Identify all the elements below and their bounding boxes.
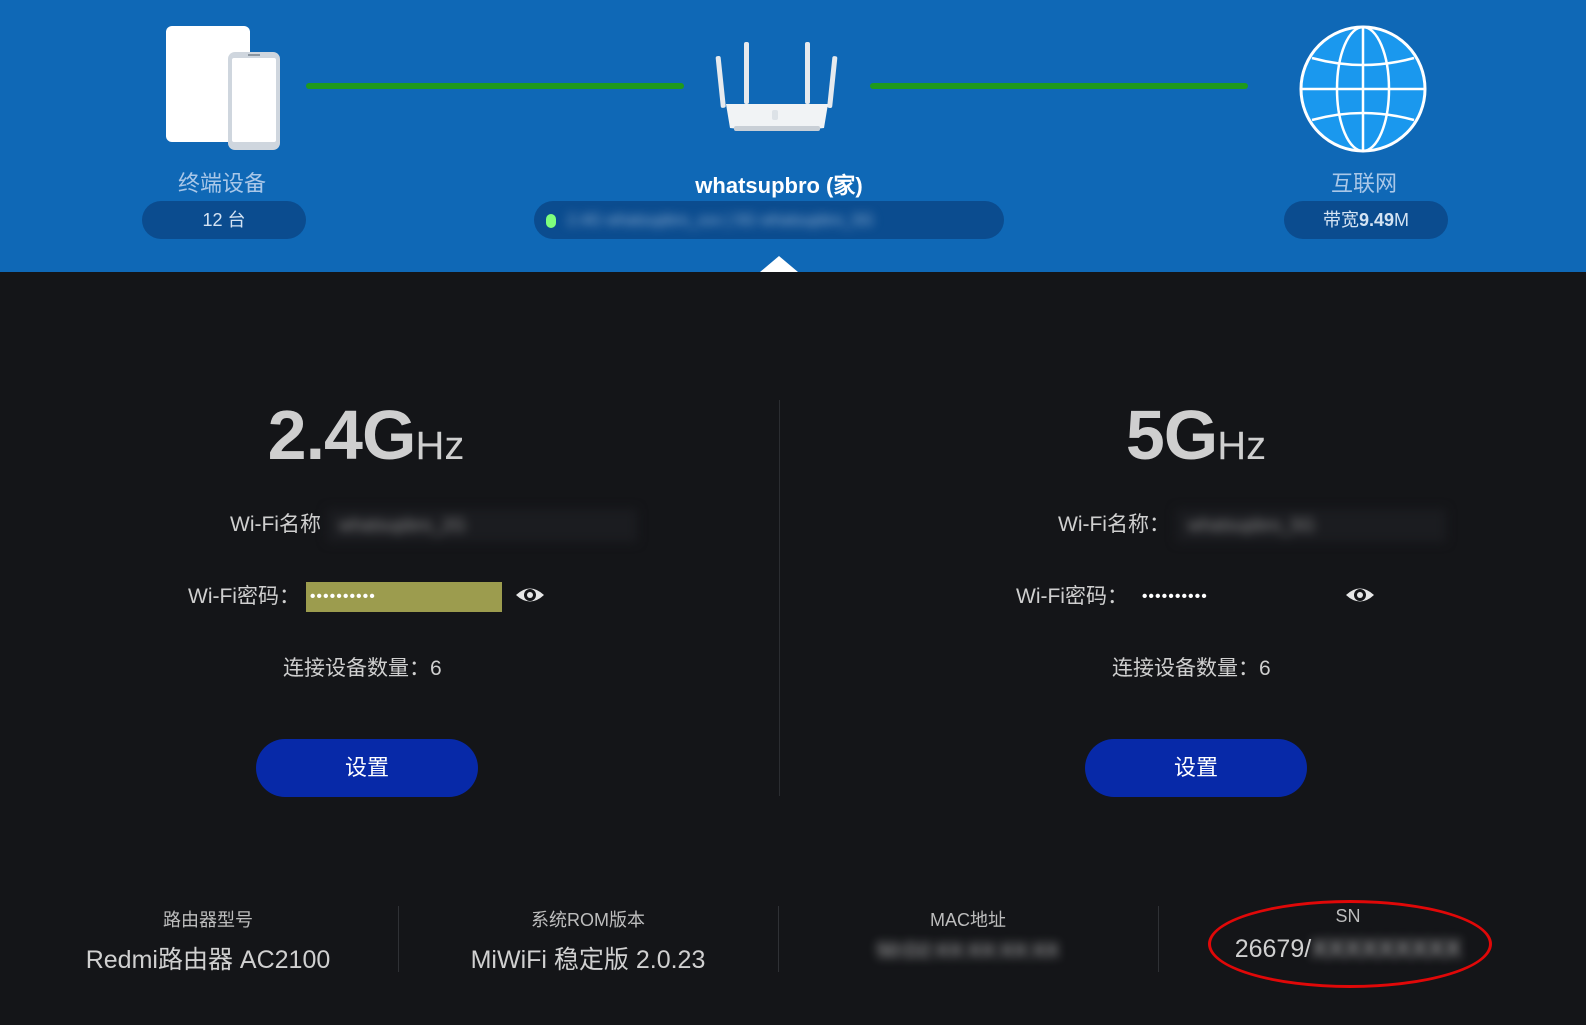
show-password-24-eye-icon[interactable]	[514, 584, 546, 606]
band-5ghz-unit: Hz	[1217, 424, 1267, 468]
wifi-24-password-row: Wi-Fi密码： ••••••••••	[188, 580, 502, 613]
wifi-24-ssid-value: whatsupbro_2G	[326, 508, 637, 542]
devices-icon[interactable]	[166, 26, 284, 152]
wifi-24-password-value[interactable]: ••••••••••	[305, 582, 502, 613]
band-5ghz-panel: 5GHz	[846, 395, 1546, 475]
wifi-5-ssid-label: Wi-Fi名称：	[1058, 513, 1170, 536]
selected-node-pointer	[760, 256, 798, 272]
router-icon[interactable]	[712, 40, 842, 136]
band-24ghz-unit: Hz	[415, 424, 465, 468]
internet-globe-icon[interactable]	[1298, 24, 1428, 154]
rom-version-label: 系统ROM版本	[531, 910, 645, 930]
wifi-5-password-row: Wi-Fi密码： ••••••••••	[1016, 580, 1208, 610]
wifi-5-devices-count: 连接设备数量：6	[1112, 657, 1271, 680]
wifi-5-ssid-row: Wi-Fi名称： whatsupbro_5G	[1058, 508, 1446, 542]
mac-address-label: MAC地址	[930, 910, 1006, 930]
band-5ghz-title: 5GHz	[846, 395, 1546, 475]
devices-link-line	[306, 83, 684, 89]
router-model-value: Redmi路由器 AC2100	[85, 946, 331, 974]
band-5ghz-freq: 5G	[1125, 396, 1218, 474]
wifi-5-settings-button[interactable]: 设置	[1085, 739, 1307, 797]
band-divider	[779, 400, 780, 796]
router-name: whatsupbro (家)	[695, 173, 863, 198]
internet-link-line	[870, 83, 1248, 89]
bandwidth-unit: M	[1394, 210, 1410, 230]
router-model-label: 路由器型号	[163, 910, 253, 930]
internet-label[interactable]: 互联网	[1282, 166, 1446, 198]
band-24ghz-title: 2.4GHz	[16, 395, 716, 475]
band-24ghz-panel: 2.4GHz	[16, 395, 716, 475]
devices-label[interactable]: 终端设备	[140, 166, 304, 198]
mac-address-value: 50:D2:XX:XX:XX:XX	[876, 940, 1060, 962]
bandwidth-value: 9.49	[1358, 210, 1395, 230]
wifi-24-devices-count: 连接设备数量：6	[283, 657, 442, 680]
bandwidth-badge[interactable]: 带宽9.49M	[1284, 201, 1448, 239]
bandwidth-prefix: 带宽	[1322, 210, 1359, 230]
rom-version-value: MiWiFi 稳定版 2.0.23	[470, 946, 706, 974]
wifi-5-password-label: Wi-Fi密码：	[1016, 585, 1128, 608]
wifi-24-ssid-row: Wi-Fi名称 whatsupbro_2G	[230, 508, 637, 542]
network-topology-banner: 终端设备 12 台 whatsupbro (家) 2.4G whatsupbro…	[0, 0, 1586, 272]
show-password-5-eye-icon[interactable]	[1344, 584, 1376, 606]
wifi-5-password-value[interactable]: ••••••••••	[1142, 588, 1208, 606]
router-model-info: 路由器型号 Redmi路由器 AC2100	[18, 906, 398, 976]
mac-address-info: MAC地址 50:D2:XX:XX:XX:XX	[778, 906, 1158, 963]
devices-count-badge[interactable]: 12 台	[142, 201, 306, 239]
rom-version-info: 系统ROM版本 MiWiFi 稳定版 2.0.23	[398, 906, 778, 976]
wifi-24-password-label: Wi-Fi密码：	[188, 585, 300, 608]
router-status-bar[interactable]: 2.4G whatsupbro_xxx | 5G whatsupbro_5G	[534, 201, 1004, 239]
router-ssid-summary: 2.4G whatsupbro_xxx | 5G whatsupbro_5G	[567, 212, 874, 230]
highlight-circle-annotation	[1208, 900, 1492, 988]
wifi-24-ssid-label: Wi-Fi名称	[230, 513, 321, 536]
wifi-24-settings-button[interactable]: 设置	[256, 739, 478, 797]
band-24ghz-freq: 2.4G	[267, 396, 417, 474]
status-led-icon	[546, 214, 556, 229]
wifi-5-ssid-value: whatsupbro_5G	[1175, 508, 1446, 542]
